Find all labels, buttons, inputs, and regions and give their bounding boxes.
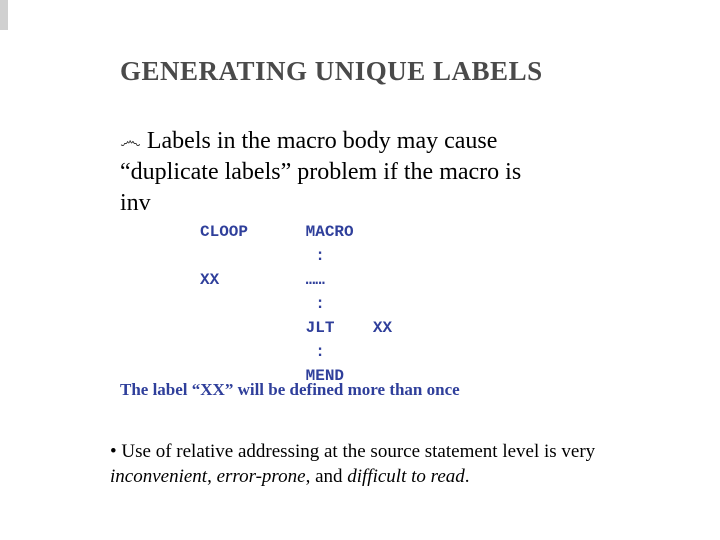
- code-l1-col2: MACRO: [306, 223, 354, 241]
- footer-pre: • Use of relative addressing at the sour…: [110, 441, 595, 462]
- code-example: CLOOP MACRO : XX …… : JLT XX : MEND: [200, 220, 392, 388]
- slide-title: GENERATING UNIQUE LABELS: [120, 56, 543, 87]
- footer-paragraph: • Use of relative addressing at the sour…: [110, 440, 660, 489]
- footer-end: .: [465, 466, 470, 487]
- margin-decoration: [0, 0, 8, 30]
- code-l3-col2: ……: [306, 271, 325, 289]
- code-l6: :: [315, 343, 325, 361]
- footer-em-1: inconvenient: [110, 466, 207, 487]
- slide: GENERATING UNIQUE LABELS ෴Labels in the …: [0, 0, 720, 540]
- footer-sep-1: ,: [207, 466, 217, 487]
- footer-sep-2: , and: [306, 466, 348, 487]
- bullet-glyph: ෴: [120, 127, 141, 156]
- code-l5-col1: JLT: [306, 319, 335, 337]
- footer-em-3: difficult to read: [347, 466, 465, 487]
- code-caption: The label “XX” will be defined more than…: [120, 380, 650, 400]
- body-line-1: Labels in the macro body may cause: [147, 128, 498, 154]
- code-l3-col1: XX: [200, 271, 219, 289]
- body-paragraph: ෴Labels in the macro body may cause “dup…: [120, 126, 660, 220]
- code-l4: :: [315, 295, 325, 313]
- body-line-3: inv: [120, 190, 151, 216]
- code-l2: :: [315, 247, 325, 265]
- code-l5-col2: XX: [373, 319, 392, 337]
- code-l1-col1: CLOOP: [200, 223, 248, 241]
- footer-em-2: error-prone: [217, 466, 306, 487]
- body-line-2: “duplicate labels” problem if the macro …: [120, 159, 521, 185]
